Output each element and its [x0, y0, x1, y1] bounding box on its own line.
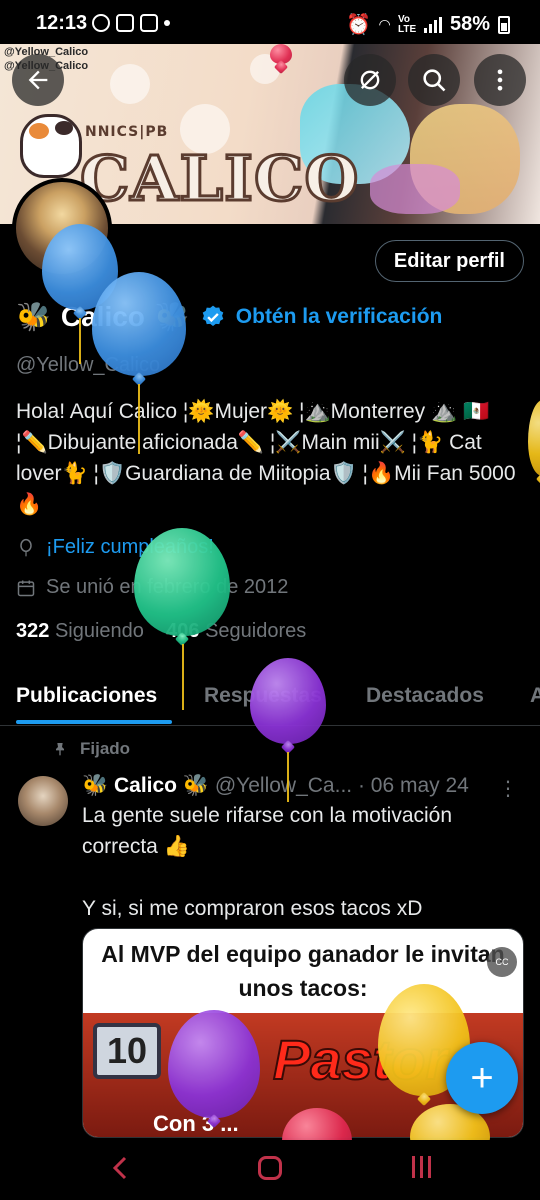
status-time: 12:13 — [36, 12, 88, 34]
balloon-string — [138, 384, 140, 454]
pinned-label-row: Fijado — [52, 739, 130, 759]
balloon-decoration — [134, 528, 230, 636]
balloon-string — [79, 318, 81, 364]
media-caption: Al MVP del equipo ganador le invitan uno… — [101, 941, 505, 1001]
notification-icons — [92, 14, 170, 32]
arrow-left-icon — [28, 70, 48, 90]
more-button[interactable] — [474, 54, 526, 106]
post-author-name[interactable]: 🐝 Calico 🐝 — [82, 774, 209, 797]
wifi-icon: ◠ — [379, 16, 390, 32]
signal-icon — [423, 16, 442, 33]
balloon-decoration — [168, 1010, 260, 1118]
more-vertical-icon — [497, 69, 503, 91]
pinned-label: Fijado — [80, 739, 131, 758]
post-more-icon[interactable]: ⋮ — [498, 776, 518, 801]
tab-more[interactable]: A — [530, 684, 540, 708]
network-label: Vo LTE — [397, 13, 417, 35]
post-text: La gente suele rifarse con la motivación… — [82, 804, 453, 920]
banner-brand: CALICO — [78, 141, 360, 217]
more-notifications-dot — [164, 20, 170, 26]
battery-percent: 58% — [449, 13, 490, 35]
paw-decoration — [110, 64, 150, 104]
verified-badge-icon[interactable] — [200, 304, 226, 330]
tab-publicaciones[interactable]: Publicaciones — [16, 684, 157, 708]
twitch-icon — [116, 14, 134, 32]
twitch-icon — [140, 14, 158, 32]
compose-post-button[interactable]: + — [446, 1042, 518, 1114]
post-author-meta: @Yellow_Ca... · 06 may 24 — [214, 774, 469, 797]
search-icon — [423, 69, 446, 92]
banner-brand-small: NNICS|PB — [85, 124, 169, 140]
post-author-avatar[interactable] — [18, 776, 68, 826]
balloon-decoration — [92, 272, 186, 376]
system-nav-bar — [0, 1140, 540, 1200]
following-link[interactable]: 322 Siguiendo — [16, 620, 144, 642]
banner-art — [370, 164, 460, 214]
balloon-decoration — [250, 658, 326, 744]
grok-icon — [360, 70, 380, 90]
back-nav-icon[interactable] — [110, 1154, 130, 1182]
calendar-icon — [17, 580, 35, 596]
back-button[interactable] — [12, 54, 64, 106]
balloon-string — [287, 752, 289, 802]
status-right: ⏰ ◠ Vo LTE 58% — [346, 12, 510, 37]
home-nav-icon[interactable] — [258, 1156, 282, 1180]
edit-profile-button[interactable]: Editar perfil — [374, 240, 524, 282]
recents-nav-icon[interactable] — [412, 1156, 431, 1178]
battery-icon — [498, 15, 510, 34]
active-tab-indicator — [16, 720, 172, 724]
following-label: Siguiendo — [54, 620, 144, 642]
profile-bio: Hola! Aquí Calico ¦🌞Mujer🌞 ¦⛰️Monterrey … — [16, 400, 516, 516]
search-button[interactable] — [408, 54, 460, 106]
alarm-icon: ⏰ — [346, 14, 372, 36]
post-header: 🐝 Calico 🐝 @Yellow_Ca... · 06 may 24 — [82, 774, 522, 798]
followers-label: Seguidores — [205, 620, 307, 642]
captions-icon[interactable]: CC — [487, 947, 517, 977]
cat-logo — [20, 114, 82, 178]
following-count: 322 — [16, 620, 50, 642]
grok-button[interactable] — [344, 54, 396, 106]
status-bar: 12:13 ⏰ ◠ Vo LTE 58% — [0, 0, 540, 44]
balloon-decoration — [270, 44, 292, 64]
get-verified-link[interactable]: Obtén la verificación — [236, 305, 443, 329]
balloon-string — [182, 644, 184, 710]
pin-icon — [56, 743, 64, 756]
tab-destacados[interactable]: Destacados — [366, 684, 484, 708]
balloon-icon — [20, 538, 32, 556]
media-badge: 10 — [93, 1023, 161, 1079]
bee-emoji: 🐝 — [16, 301, 51, 332]
whatsapp-icon — [92, 14, 110, 32]
